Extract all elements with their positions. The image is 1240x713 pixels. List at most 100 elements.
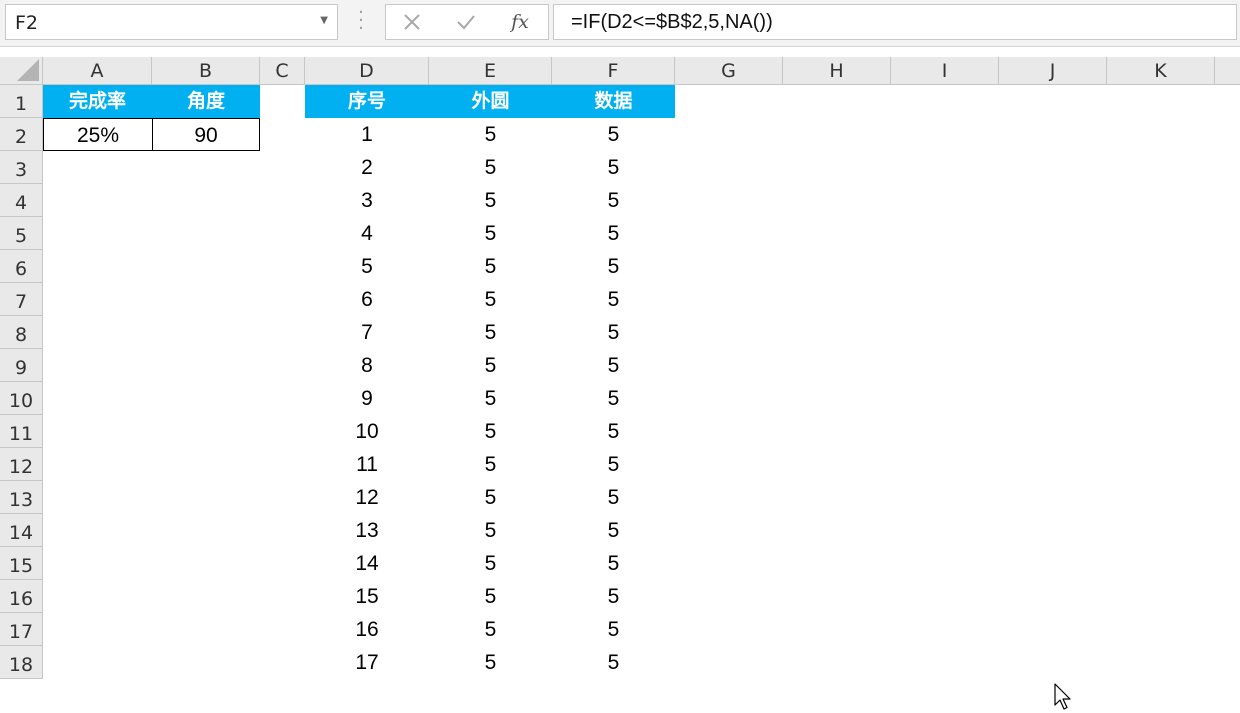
column-header-b[interactable]: B [152,57,260,85]
row-header-18[interactable]: 18 [0,646,43,679]
cell-f3[interactable]: 5 [552,151,675,184]
cell-d4[interactable]: 3 [305,184,429,217]
cell-e16[interactable]: 5 [429,580,552,613]
cell-e8[interactable]: 5 [429,316,552,349]
cell-d1[interactable]: 序号 [305,85,429,118]
row-header-14[interactable]: 14 [0,514,43,547]
cell-d18[interactable]: 17 [305,646,429,679]
name-box[interactable]: F2 ▼ [5,4,338,40]
enter-button[interactable] [446,8,486,36]
row-header-4[interactable]: 4 [0,184,43,217]
column-header-f[interactable]: F [552,57,675,85]
cell-f14[interactable]: 5 [552,514,675,547]
cell-d2[interactable]: 1 [305,118,429,151]
cell-f4[interactable]: 5 [552,184,675,217]
cell-a1[interactable]: 完成率 [43,85,152,118]
row-header-17[interactable]: 17 [0,613,43,646]
cell-f10[interactable]: 5 [552,382,675,415]
column-header-g[interactable]: G [675,57,783,85]
cell-a2[interactable]: 25% [43,118,153,151]
cell-e11[interactable]: 5 [429,415,552,448]
cell-b2[interactable]: 90 [152,118,260,151]
cell-d3[interactable]: 2 [305,151,429,184]
row-header-5[interactable]: 5 [0,217,43,250]
cell-d10[interactable]: 9 [305,382,429,415]
check-icon [457,15,475,30]
cell-f15[interactable]: 5 [552,547,675,580]
row-header-1[interactable]: 1 [0,85,43,118]
row-header-8[interactable]: 8 [0,316,43,349]
cell-f13[interactable]: 5 [552,481,675,514]
row-header-7[interactable]: 7 [0,283,43,316]
column-header-i[interactable]: I [891,57,999,85]
cell-e13[interactable]: 5 [429,481,552,514]
cell-f6[interactable]: 5 [552,250,675,283]
cell-e18[interactable]: 5 [429,646,552,679]
cell-d6[interactable]: 5 [305,250,429,283]
cell-e15[interactable]: 5 [429,547,552,580]
formula-input[interactable]: =IF(D2<=$B$2,5,NA()) [553,4,1237,40]
cell-e1[interactable]: 外圆 [429,85,552,118]
cell-f16[interactable]: 5 [552,580,675,613]
row-header-2[interactable]: 2 [0,118,43,151]
cell-d8[interactable]: 7 [305,316,429,349]
column-header-d[interactable]: D [305,57,429,85]
cell-e10[interactable]: 5 [429,382,552,415]
cell-e5[interactable]: 5 [429,217,552,250]
cell-e12[interactable]: 5 [429,448,552,481]
cell-d12[interactable]: 11 [305,448,429,481]
cell-e7[interactable]: 5 [429,283,552,316]
column-header-h[interactable]: H [783,57,891,85]
cell-e3[interactable]: 5 [429,151,552,184]
cell-d9[interactable]: 8 [305,349,429,382]
row-header-12[interactable]: 12 [0,448,43,481]
cell-e17[interactable]: 5 [429,613,552,646]
close-icon [404,14,420,30]
cell-d16[interactable]: 15 [305,580,429,613]
cell-d11[interactable]: 10 [305,415,429,448]
column-header-j[interactable]: J [999,57,1107,85]
row-header-11[interactable]: 11 [0,415,43,448]
column-header-c[interactable]: C [260,57,305,85]
cell-e14[interactable]: 5 [429,514,552,547]
spreadsheet-grid: A B C D E F G H I J K 1 2 3 4 5 6 7 8 9 … [0,57,1240,710]
cell-e9[interactable]: 5 [429,349,552,382]
row-header-6[interactable]: 6 [0,250,43,283]
cell-f18[interactable]: 5 [552,646,675,679]
column-header-a[interactable]: A [43,57,152,85]
cell-f11[interactable]: 5 [552,415,675,448]
cell-f2[interactable]: 5 [552,118,675,151]
cell-e2[interactable]: 5 [429,118,552,151]
cell-d15[interactable]: 14 [305,547,429,580]
row-header-13[interactable]: 13 [0,481,43,514]
cell-f9[interactable]: 5 [552,349,675,382]
cell-f5[interactable]: 5 [552,217,675,250]
cell-f8[interactable]: 5 [552,316,675,349]
cell-d17[interactable]: 16 [305,613,429,646]
cell-e6[interactable]: 5 [429,250,552,283]
cell-d14[interactable]: 13 [305,514,429,547]
cell-b1[interactable]: 角度 [152,85,260,118]
column-header-e[interactable]: E [429,57,552,85]
cell-f1[interactable]: 数据 [552,85,675,118]
row-header-10[interactable]: 10 [0,382,43,415]
grip-icon[interactable]: · · · [357,4,364,38]
mouse-pointer-icon [1054,683,1071,710]
column-header-k[interactable]: K [1107,57,1215,85]
cell-f12[interactable]: 5 [552,448,675,481]
row-header-3[interactable]: 3 [0,151,43,184]
row-header-15[interactable]: 15 [0,547,43,580]
insert-function-button[interactable]: fx [500,8,540,36]
cell-f7[interactable]: 5 [552,283,675,316]
cell-e4[interactable]: 5 [429,184,552,217]
select-all-button[interactable] [0,57,43,85]
cell-d7[interactable]: 6 [305,283,429,316]
name-box-dropdown-icon[interactable]: ▼ [320,15,328,26]
cancel-button[interactable] [392,8,432,36]
column-header-overflow[interactable] [1215,57,1240,85]
cell-d5[interactable]: 4 [305,217,429,250]
cell-f17[interactable]: 5 [552,613,675,646]
row-header-9[interactable]: 9 [0,349,43,382]
cell-d13[interactable]: 12 [305,481,429,514]
row-header-16[interactable]: 16 [0,580,43,613]
